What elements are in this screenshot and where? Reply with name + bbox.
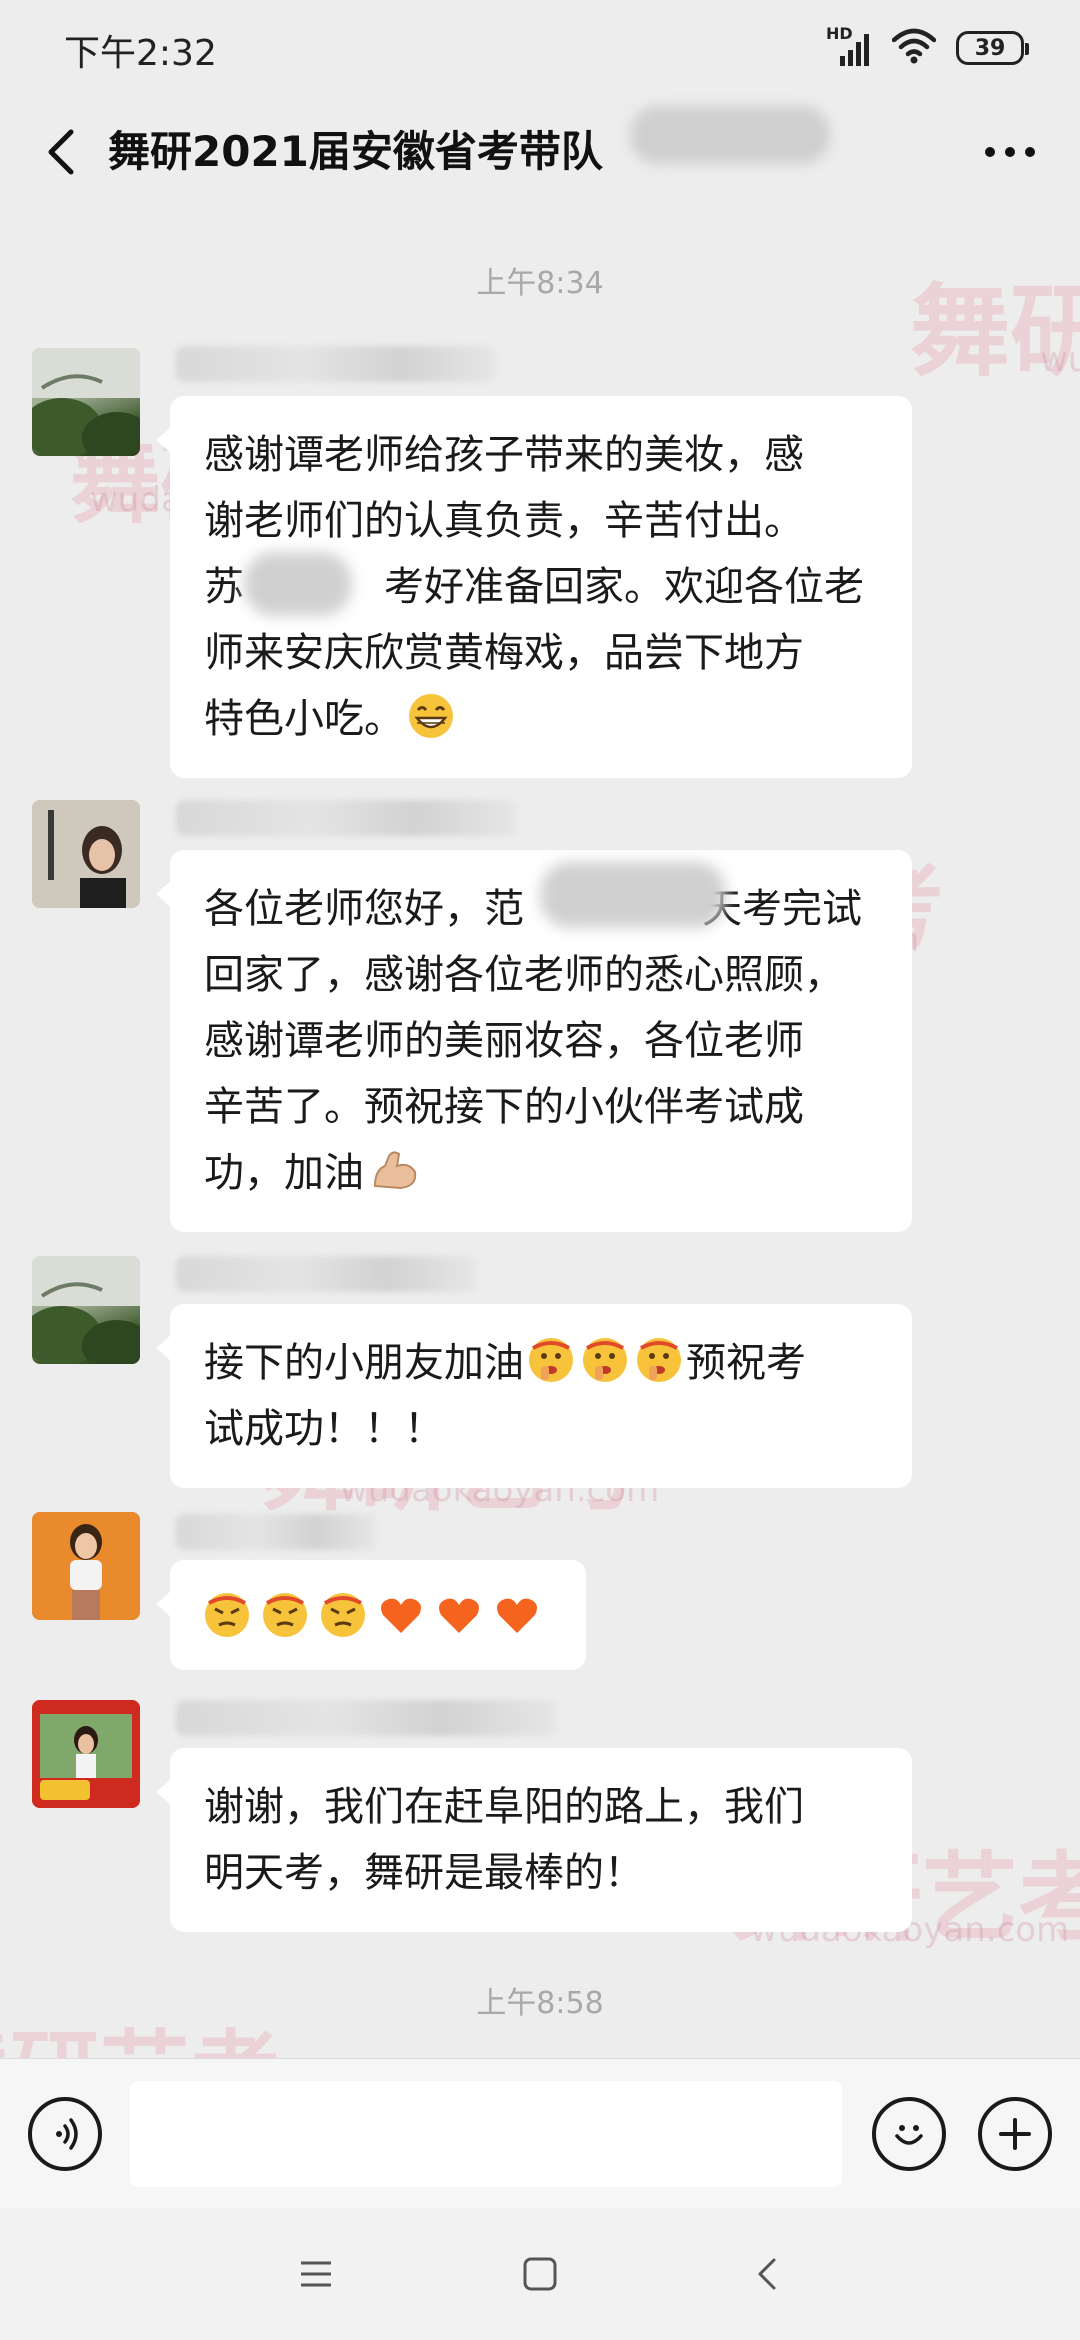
message-bubble[interactable] (156, 1560, 586, 1670)
emoji-row (200, 1582, 556, 1648)
watermark-url: wudaokaoyan.com (1040, 340, 1080, 380)
redacted-name-blur (540, 862, 726, 928)
more-dot-icon (1005, 147, 1015, 157)
determined-face-icon (205, 1593, 249, 1637)
determined-face-icon (321, 1593, 365, 1637)
shushing-face-icon (637, 1338, 681, 1382)
message-fragment: 各位老师您好，范 (204, 886, 524, 932)
message-line: 师来安庆欣赏黄梅戏，品尝下地方 (204, 630, 804, 676)
nav-back-button[interactable] (736, 2244, 796, 2304)
sender-name-redacted (176, 1256, 476, 1292)
redacted-title-blur (630, 106, 830, 164)
orange-heart-icon (497, 1598, 537, 1633)
status-time: 下午2:32 (64, 33, 217, 74)
wifi-icon (891, 28, 937, 68)
message-line: 接下的小朋友加油 预祝考 (204, 1330, 878, 1396)
message-line: 特色小吃。 (204, 686, 878, 752)
shushing-face-icon (583, 1338, 627, 1382)
avatar[interactable] (32, 800, 140, 908)
message-line: 辛苦了。预祝接下的小伙伴考试成 (204, 1084, 804, 1130)
orange-heart-icon (439, 1598, 479, 1633)
signal-icon: HD (826, 24, 872, 68)
avatar[interactable] (32, 1700, 140, 1808)
chat-title: 舞研2021届安徽省考带队 (108, 127, 603, 176)
smiley-icon (895, 2125, 923, 2145)
more-options-button[interactable] (970, 120, 1050, 184)
battery-level: 39 (974, 35, 1006, 61)
status-icons: HD 39 (826, 24, 1029, 70)
shushing-face-icon (529, 1338, 573, 1382)
home-button[interactable] (510, 2244, 570, 2304)
determined-face-icon (263, 1593, 307, 1637)
grinning-face-icon (409, 694, 453, 738)
orange-heart-icon (381, 1598, 421, 1633)
message-line: 功，加油 (204, 1140, 878, 1206)
voice-icon (56, 2118, 78, 2150)
message-timestamp: 上午8:58 (476, 1986, 604, 2021)
sender-name-redacted (176, 800, 516, 836)
message-fragment: 考好准备回家。欢迎各位老 (384, 564, 864, 610)
sender-name-redacted (176, 1514, 376, 1550)
more-actions-button[interactable] (978, 2097, 1052, 2171)
message-bubble[interactable]: 接下的小朋友加油 预祝考 试成功！！！ (156, 1304, 912, 1488)
chevron-left-icon (48, 129, 74, 175)
message-bubble[interactable]: 谢谢，我们在赶阜阳的路上，我们 明天考，舞研是最棒的！ (156, 1748, 912, 1932)
message-line: 谢老师们的认真负责，辛苦付出。 (204, 498, 804, 544)
plus-icon (999, 2118, 1031, 2150)
message-fragment: 接下的小朋友加油 (204, 1340, 524, 1386)
input-bar (0, 2058, 1080, 2208)
flexed-biceps-icon (373, 1151, 417, 1190)
message-line: 感谢谭老师的美丽妆容，各位老师 (204, 1018, 804, 1064)
message-fragment: 功，加油 (204, 1150, 364, 1196)
message-line: 谢谢，我们在赶阜阳的路上，我们 (204, 1784, 804, 1830)
redacted-name-blur (244, 552, 352, 616)
message-line: 明天考，舞研是最棒的！ (204, 1850, 644, 1896)
message-fragment: 苏 (204, 564, 244, 610)
home-square-icon (523, 2257, 557, 2291)
menu-icon (301, 2261, 331, 2287)
back-triangle-icon (758, 2258, 776, 2290)
menu-button[interactable] (286, 2244, 346, 2304)
avatar[interactable] (32, 1512, 140, 1620)
back-button[interactable] (30, 120, 90, 184)
voice-input-button[interactable] (28, 2097, 102, 2171)
status-bar: 下午2:32 HD 39 (0, 0, 1080, 96)
sender-name-redacted (176, 346, 496, 382)
more-dot-icon (1025, 147, 1035, 157)
message-timestamp: 上午8:34 (476, 266, 604, 301)
sender-name-redacted (176, 1700, 556, 1736)
message-line: 感谢谭老师给孩子带来的美妆，感 (204, 432, 804, 478)
battery-icon: 39 (956, 31, 1029, 65)
more-dot-icon (985, 147, 995, 157)
message-line: 回家了，感谢各位老师的悉心照顾， (204, 952, 844, 998)
system-nav-bar (0, 2208, 1080, 2340)
avatar[interactable] (32, 348, 140, 456)
avatar[interactable] (32, 1256, 140, 1364)
chat-header: 舞研2021届安徽省考带队 (0, 96, 1080, 208)
message-line: 试成功！！！ (204, 1406, 444, 1452)
message-fragment: 天考完试 (702, 886, 862, 932)
emoji-button[interactable] (872, 2097, 946, 2171)
message-input[interactable] (130, 2081, 842, 2187)
message-fragment: 特色小吃。 (204, 696, 404, 742)
message-fragment: 预祝考 (686, 1340, 806, 1386)
